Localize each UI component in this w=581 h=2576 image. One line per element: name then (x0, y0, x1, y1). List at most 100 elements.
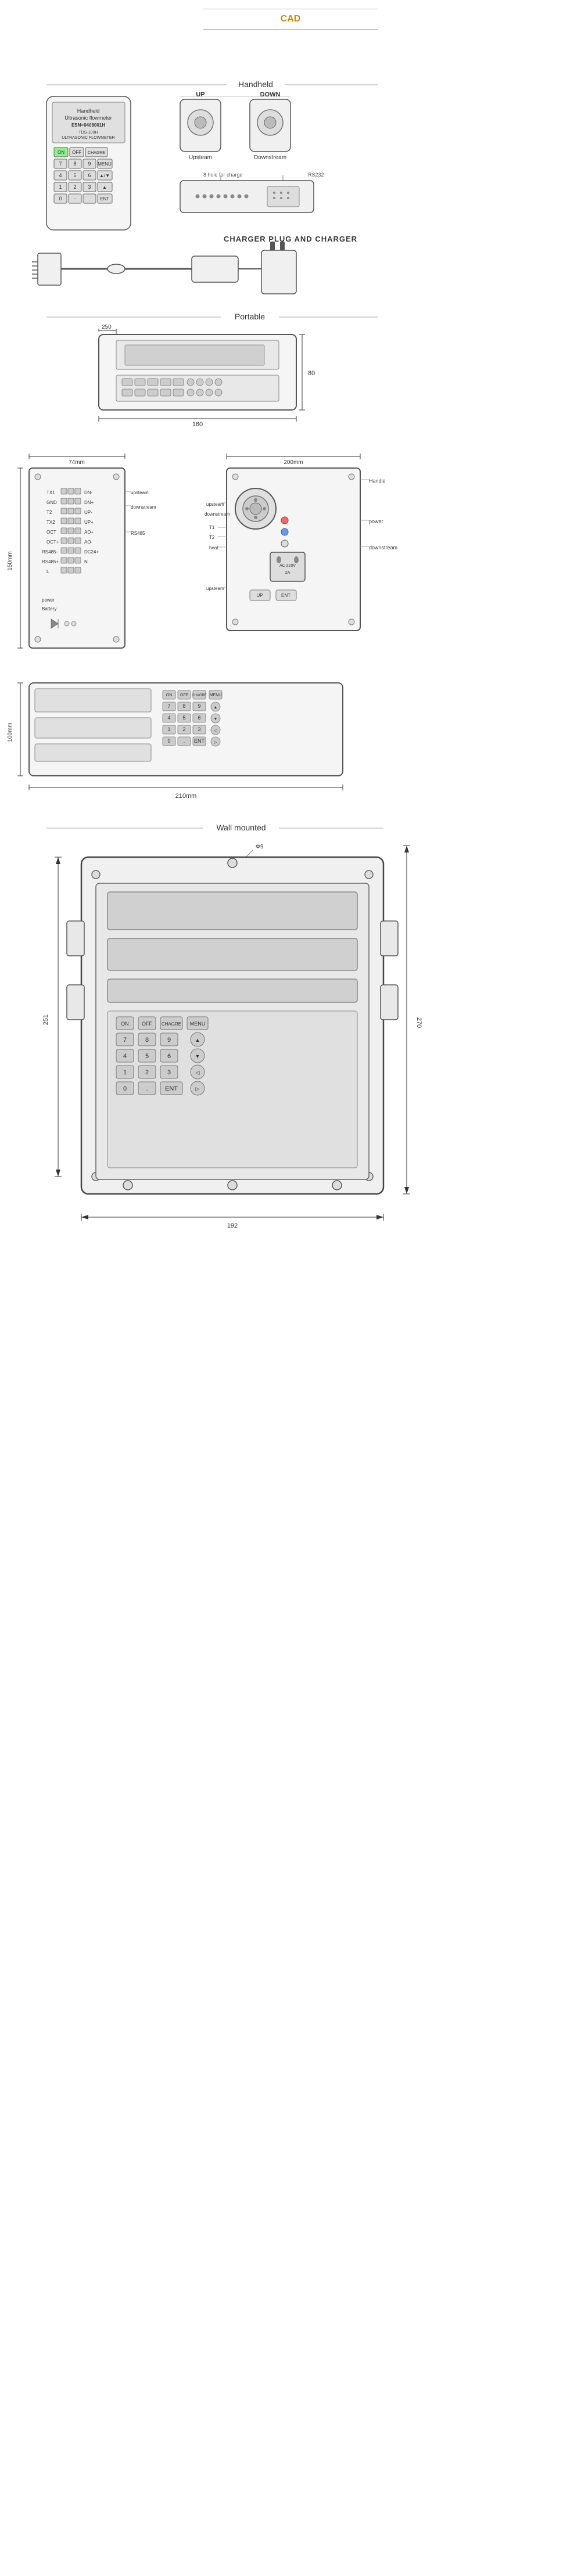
svg-text:upsteam: upsteam (131, 490, 149, 495)
svg-text:1: 1 (167, 726, 170, 732)
svg-text:5: 5 (145, 1053, 149, 1060)
svg-text:8: 8 (73, 161, 76, 167)
svg-text:Handheld: Handheld (77, 108, 100, 114)
svg-text:▲: ▲ (195, 1037, 200, 1043)
cad-title: CAD (281, 14, 301, 24)
svg-text:Ultrasonic flowmeter: Ultrasonic flowmeter (64, 115, 112, 121)
svg-text:N: N (84, 559, 88, 564)
svg-text:GND: GND (46, 500, 57, 505)
svg-text:ENT: ENT (194, 738, 205, 744)
svg-text:OFF: OFF (72, 150, 81, 155)
svg-text:.: . (146, 1085, 148, 1092)
svg-text:▼: ▼ (195, 1053, 200, 1059)
svg-text:250: 250 (102, 324, 112, 330)
svg-text:DC24+: DC24+ (84, 549, 99, 555)
svg-text:CHAGRE: CHAGRE (162, 1021, 181, 1027)
svg-text:ESN=0408001H: ESN=0408001H (71, 123, 105, 128)
svg-text:UP: UP (196, 91, 205, 98)
svg-text:CHARGER PLUG AND CHARGER: CHARGER PLUG AND CHARGER (224, 235, 357, 243)
svg-text:-: - (74, 196, 76, 202)
svg-text:8: 8 (145, 1037, 149, 1044)
svg-text:Battery: Battery (42, 606, 56, 611)
svg-text:▷: ▷ (196, 1086, 200, 1092)
svg-text:AO+: AO+ (84, 530, 94, 535)
svg-text:▷: ▷ (214, 740, 217, 744)
svg-text:1: 1 (59, 184, 62, 190)
svg-text:7: 7 (123, 1037, 127, 1044)
svg-text:CHAGRE: CHAGRE (88, 151, 105, 155)
svg-text:.: . (89, 196, 91, 202)
svg-text:5: 5 (182, 715, 185, 721)
svg-text:MENU: MENU (190, 1021, 206, 1027)
svg-text:OFF: OFF (142, 1021, 152, 1027)
svg-text:T1: T1 (209, 525, 215, 530)
svg-text:◁: ◁ (196, 1070, 200, 1075)
svg-text:Downstream: Downstream (254, 154, 286, 161)
page-container: CAD Handheld Handheld Ultrasonic flowmet… (0, 0, 581, 2576)
svg-text:5: 5 (73, 172, 76, 178)
svg-text:80: 80 (308, 370, 315, 377)
wall-mounted-section-label: Wall mounted (216, 823, 266, 832)
svg-text:8: 8 (182, 703, 185, 709)
svg-text:100mm: 100mm (7, 722, 13, 742)
svg-text:RS485+: RS485+ (42, 559, 59, 564)
svg-text:OFF: OFF (180, 693, 188, 697)
svg-text:AO-: AO- (84, 539, 93, 545)
svg-text:downstream: downstream (205, 512, 230, 517)
svg-text:downstream: downstream (369, 545, 397, 551)
svg-text:200mm: 200mm (284, 459, 303, 466)
svg-text:ULTRASONIC FLOWMETER: ULTRASONIC FLOWMETER (62, 136, 114, 140)
svg-text:3: 3 (88, 184, 91, 190)
svg-text:MENU: MENU (98, 161, 112, 167)
svg-text:160: 160 (192, 421, 203, 428)
svg-text:DN+: DN+ (84, 500, 94, 505)
svg-text:▲: ▲ (102, 185, 107, 190)
svg-text:power: power (42, 598, 55, 603)
svg-text:upsteam: upsteam (206, 586, 224, 591)
svg-text:power: power (369, 519, 383, 524)
svg-text:Φ9: Φ9 (256, 844, 264, 850)
svg-text:ENT: ENT (281, 593, 290, 598)
svg-text:AC 220V: AC 220V (279, 564, 296, 568)
svg-text:192: 192 (227, 1222, 238, 1229)
svg-text:ON: ON (121, 1021, 129, 1027)
svg-text:9: 9 (167, 1037, 171, 1044)
svg-text:0: 0 (123, 1085, 127, 1092)
svg-text:▲: ▲ (214, 706, 218, 710)
svg-text:6: 6 (88, 172, 91, 178)
svg-text:ENT: ENT (100, 196, 109, 202)
svg-text:2A: 2A (285, 571, 290, 575)
svg-text:9: 9 (198, 703, 200, 709)
svg-text:270: 270 (415, 1017, 422, 1028)
svg-text:heat: heat (209, 545, 218, 551)
svg-text:1: 1 (123, 1069, 127, 1076)
svg-text:150mm: 150mm (7, 551, 13, 570)
svg-text:▲/▼: ▲/▼ (99, 173, 110, 178)
svg-text:upsteam: upsteam (206, 502, 224, 507)
cad-header: CAD (0, 0, 581, 33)
svg-text:ENT: ENT (165, 1085, 178, 1092)
svg-text:TDS-100H: TDS-100H (78, 131, 98, 135)
svg-text:3: 3 (198, 726, 200, 732)
svg-text:Handle: Handle (369, 478, 386, 484)
svg-text:RS485-: RS485- (42, 549, 58, 555)
portable-section-label: Portable (235, 312, 265, 321)
svg-text:TX2: TX2 (46, 520, 55, 525)
svg-text:▼: ▼ (214, 717, 218, 721)
svg-text:ON: ON (166, 693, 173, 697)
svg-text:74mm: 74mm (69, 459, 85, 466)
main-diagram: Handheld Handheld Ultrasonic flowmeter E… (0, 33, 581, 2576)
svg-text:L: L (46, 569, 49, 574)
svg-text:T2: T2 (46, 510, 52, 515)
svg-text:DOWN: DOWN (260, 91, 281, 98)
svg-text:Upsteam: Upsteam (189, 154, 212, 161)
svg-text:3: 3 (167, 1069, 171, 1076)
svg-text:4: 4 (167, 715, 170, 721)
svg-text:2: 2 (73, 184, 76, 190)
svg-text:RS232: RS232 (308, 172, 324, 178)
svg-text:2: 2 (182, 726, 185, 732)
svg-text:UP: UP (256, 593, 263, 598)
svg-text:downstream: downstream (131, 505, 156, 510)
svg-text:6: 6 (167, 1053, 171, 1060)
svg-text:4: 4 (123, 1053, 127, 1060)
